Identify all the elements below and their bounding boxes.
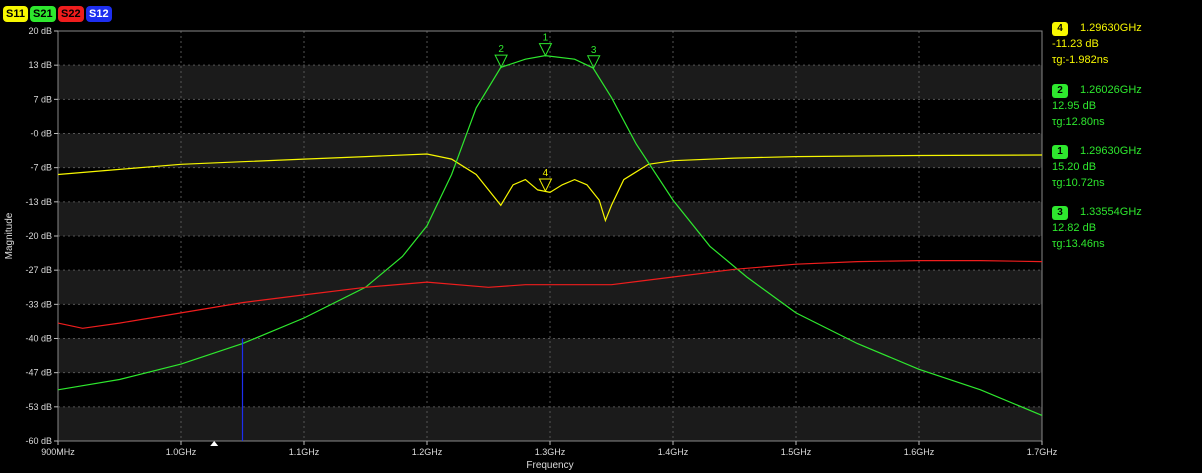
marker-3-label: 3 <box>591 45 597 56</box>
x-tick-label: 1.7GHz <box>1027 447 1058 457</box>
x-tick-label: 1.2GHz <box>412 447 443 457</box>
y-tick-label: -53 dB <box>25 402 52 412</box>
x-tick-label: 1.0GHz <box>166 447 197 457</box>
y-tick-label: 13 dB <box>28 60 52 70</box>
y-tick-label: -7 dB <box>30 163 52 173</box>
marker-2-frequency: 1.26026GHz <box>1080 84 1142 96</box>
x-tick-label: 1.3GHz <box>535 447 566 457</box>
marker-4-label: 4 <box>543 168 549 179</box>
marker-1-triangle <box>538 43 553 57</box>
y-tick-label: -13 dB <box>25 197 52 207</box>
marker-2-group-delay: τg:12.80ns <box>1052 116 1105 128</box>
x-tick-label: 900MHz <box>41 447 75 457</box>
y-tick-label: -33 dB <box>25 299 52 309</box>
marker-1-group-delay: τg:10.72ns <box>1052 177 1105 189</box>
marker-4-triangle <box>538 178 553 193</box>
y-tick-label: -20 dB <box>25 231 52 241</box>
y-tick-label: -47 dB <box>25 368 52 378</box>
marker-4-frequency: 1.29630GHz <box>1080 22 1142 34</box>
y-axis-label: Magnitude <box>4 212 15 259</box>
marker-1-value: 15.20 dB <box>1052 161 1097 173</box>
x-tick-label: 1.6GHz <box>904 447 935 457</box>
marker-3-value: 12.82 dB <box>1052 222 1097 234</box>
y-tick-label: -0 dB <box>30 129 52 139</box>
y-tick-label: -27 dB <box>25 265 52 275</box>
x-tick-label: 1.1GHz <box>289 447 320 457</box>
marker-2-badge[interactable]: 2 <box>1052 84 1068 98</box>
marker-3-badge[interactable]: 3 <box>1052 206 1068 220</box>
marker-4-value: -11.23 dB <box>1052 38 1099 50</box>
y-tick-label: -40 dB <box>25 334 52 344</box>
y-tick-label: -60 dB <box>25 436 52 446</box>
marker-3-group-delay: τg:13.46ns <box>1052 238 1105 250</box>
x-tick-label: 1.4GHz <box>658 447 689 457</box>
marker-4-badge[interactable]: 4 <box>1052 22 1068 36</box>
marker-1-badge[interactable]: 1 <box>1052 145 1068 159</box>
x-tick-label: 1.5GHz <box>781 447 812 457</box>
y-tick-label: 7 dB <box>33 94 52 104</box>
y-tick-label: 20 dB <box>28 26 52 36</box>
plot-area[interactable]: 20 dB 13 dB 7 dB -0 dB -7 dB -13 dB -20 dB -27 … <box>0 0 1202 473</box>
marker-2-value: 12.95 dB <box>1052 100 1097 112</box>
cursor-indicator-icon <box>210 441 219 446</box>
marker-4-group-delay: τg:-1.982ns <box>1052 54 1109 66</box>
x-axis-label: Frequency <box>526 460 573 471</box>
marker-2-label: 2 <box>498 44 504 55</box>
marker-1-frequency: 1.29630GHz <box>1080 145 1142 157</box>
marker-1-label: 1 <box>543 33 549 44</box>
marker-3-frequency: 1.33554GHz <box>1080 206 1142 218</box>
